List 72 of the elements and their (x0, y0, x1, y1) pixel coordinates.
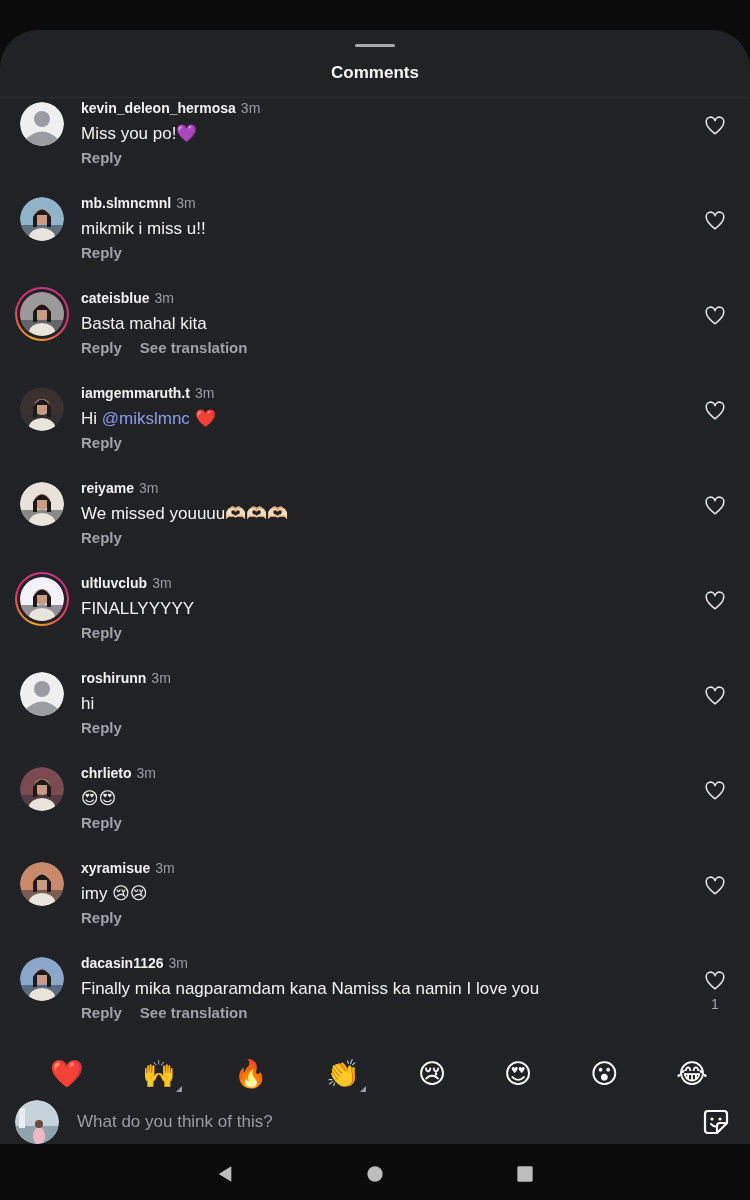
reaction-button[interactable]: 😍 (502, 1058, 535, 1092)
heart-icon[interactable] (704, 970, 726, 992)
heart-icon[interactable] (704, 590, 726, 612)
mention-link[interactable]: @mikslmnc (101, 409, 190, 428)
home-icon[interactable] (366, 1164, 384, 1183)
variants-indicator-icon (176, 1085, 182, 1092)
heart-icon[interactable] (704, 780, 726, 802)
username[interactable]: iamgemmaruth.t (81, 385, 190, 401)
see-translation-link[interactable]: See translation (139, 1004, 248, 1021)
heart-icon[interactable] (704, 305, 726, 327)
comment-time: 3m (240, 100, 261, 116)
reply-link[interactable]: Reply (81, 814, 122, 831)
comment-input[interactable]: What do you think of this? (77, 1105, 702, 1138)
username[interactable]: chrlieto (81, 765, 132, 781)
heart-icon[interactable] (704, 115, 726, 137)
heart-icon[interactable] (704, 495, 726, 517)
reply-link[interactable]: Reply (81, 624, 122, 641)
reaction-button[interactable]: 😮 (588, 1058, 621, 1092)
comment-text: mikmik i miss u!! (81, 218, 207, 240)
comment-time: 3m (152, 575, 172, 591)
heart-icon[interactable] (704, 875, 726, 897)
reply-link[interactable]: Reply (81, 529, 122, 546)
comment-time: 3m (154, 290, 174, 306)
comment-time: 3m (138, 480, 159, 496)
username[interactable]: ultluvclub (81, 575, 148, 591)
reaction-button[interactable]: 👏 (323, 1058, 362, 1092)
reply-link[interactable]: Reply (81, 339, 122, 356)
username[interactable]: reiyame (81, 480, 134, 496)
reply-link[interactable]: Reply (81, 149, 122, 166)
username[interactable]: xyramisue (81, 860, 151, 876)
comment-time: 3m (194, 385, 215, 401)
comment-text: FINALLYYYYY (81, 598, 196, 620)
recents-icon[interactable] (516, 1164, 534, 1183)
comment-text: We missed youuuu🫶🏻🫶🏻🫶🏻 (81, 503, 290, 525)
username[interactable]: cateisblue (81, 290, 150, 306)
reaction-button[interactable]: 😂 (674, 1058, 710, 1092)
see-translation-link[interactable]: See translation (139, 339, 248, 356)
reply-link[interactable]: Reply (81, 244, 122, 261)
comment-time: 3m (151, 670, 171, 686)
reaction-button[interactable]: 😢 (415, 1058, 449, 1092)
comment-text: Finally mika nagparamdam kana Namiss ka namin I love you (81, 978, 541, 1000)
heart-icon[interactable] (704, 400, 726, 422)
reply-link[interactable]: Reply (81, 434, 122, 451)
drag-handle[interactable] (355, 44, 395, 47)
username[interactable]: dacasin1126 (81, 955, 164, 971)
heart-icon[interactable] (704, 685, 726, 707)
sticker-icon[interactable] (702, 1107, 730, 1136)
variants-indicator-icon (359, 1085, 366, 1092)
comment-text: Basta mahal kita (81, 313, 208, 335)
comment-text: imy 😢😢 (81, 883, 149, 905)
username[interactable]: mb.slmncmnl (81, 195, 172, 211)
like-count: 1 (711, 996, 719, 1012)
sheet-title: Comments (0, 63, 750, 98)
comment-text: 😍😍 (81, 788, 118, 810)
reply-link[interactable]: Reply (81, 909, 122, 926)
comment-text: Miss you po!💜 (81, 123, 199, 145)
comment-time: 3m (136, 765, 157, 781)
comment-time: 3m (176, 195, 196, 211)
comment-time: 3m (168, 955, 188, 971)
default-avatar-icon[interactable] (20, 672, 64, 716)
comment-text: hi (81, 693, 96, 715)
reply-link[interactable]: Reply (81, 719, 122, 736)
reply-link[interactable]: Reply (81, 1004, 122, 1021)
heart-icon[interactable] (704, 210, 726, 232)
default-avatar-icon[interactable] (20, 102, 64, 146)
comment-time: 3m (155, 860, 175, 876)
comment-text: Hi @mikslmnc ❤ (81, 408, 217, 430)
reaction-button[interactable]: 🙌 (140, 1058, 178, 1092)
username[interactable]: kevin_deleon_hermosa (81, 100, 236, 116)
username[interactable]: roshirunn (81, 670, 147, 686)
reaction-button[interactable]: ❤ (48, 1058, 86, 1092)
reaction-button[interactable]: 🔥 (231, 1058, 270, 1092)
